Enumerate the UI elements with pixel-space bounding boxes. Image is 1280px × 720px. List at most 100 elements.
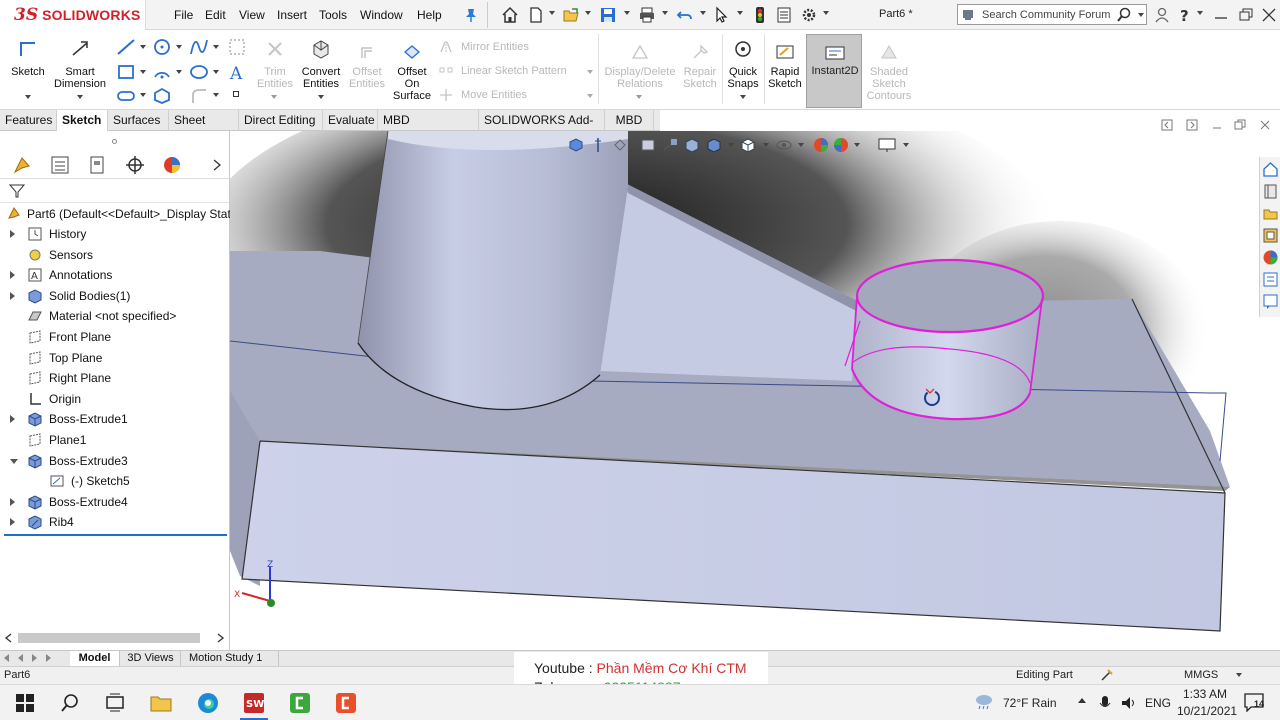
weather-rain-icon[interactable] bbox=[974, 693, 994, 711]
taskbar-search-icon[interactable] bbox=[58, 691, 82, 715]
chevron-up-icon[interactable] bbox=[1078, 698, 1086, 703]
next-tab-icon[interactable] bbox=[32, 654, 37, 662]
file-properties-icon[interactable] bbox=[775, 6, 793, 24]
tab-surfaces[interactable]: Surfaces bbox=[108, 110, 169, 131]
offset-on-surface-button[interactable]: Offset On Surface bbox=[390, 44, 434, 102]
ellipse-icon[interactable] bbox=[189, 63, 209, 81]
tab-model[interactable]: Model bbox=[70, 651, 120, 666]
tree-item[interactable]: Right Plane bbox=[0, 368, 229, 388]
tab-mbd[interactable]: MBD bbox=[605, 110, 654, 131]
tab-features[interactable]: Features bbox=[0, 110, 57, 131]
graphics-area[interactable]: Z X bbox=[230, 131, 1280, 650]
point-icon[interactable] bbox=[233, 91, 239, 97]
undo-icon[interactable] bbox=[676, 6, 694, 24]
chevron-down-icon[interactable] bbox=[662, 11, 668, 15]
display-style-icon[interactable] bbox=[705, 136, 723, 154]
solidworks-logo[interactable]: 3S SOLIDWORKS bbox=[0, 0, 146, 30]
chevron-down-icon[interactable] bbox=[176, 70, 182, 74]
chevron-down-icon[interactable] bbox=[587, 94, 593, 98]
menu-window[interactable]: Window bbox=[360, 8, 403, 22]
clock-time[interactable]: 1:33 AM bbox=[1183, 687, 1227, 701]
chevron-right-icon[interactable] bbox=[212, 159, 222, 171]
instant2d-button[interactable]: Instant2D bbox=[806, 34, 862, 108]
repair-sketch-button[interactable]: Repair Sketch bbox=[680, 44, 720, 90]
chevron-down-icon[interactable] bbox=[903, 143, 909, 147]
chevron-down-icon[interactable] bbox=[77, 95, 83, 99]
tree-item[interactable]: Material <not specified> bbox=[0, 306, 229, 326]
menu-edit[interactable]: Edit bbox=[205, 8, 226, 22]
chevron-down-icon[interactable] bbox=[587, 70, 593, 74]
scroll-right-icon[interactable] bbox=[217, 633, 225, 643]
chevron-down-icon[interactable] bbox=[213, 93, 219, 97]
chevron-down-icon[interactable] bbox=[823, 11, 829, 15]
shaded-sketch-contours-button[interactable]: Shaded Sketch Contours bbox=[864, 44, 914, 102]
chevron-down-icon[interactable] bbox=[25, 95, 31, 99]
edge-browser-icon[interactable] bbox=[196, 691, 220, 715]
model-viewport[interactable]: Z X bbox=[230, 131, 1280, 650]
text-icon[interactable]: A bbox=[228, 63, 246, 81]
chevron-down-icon[interactable] bbox=[1138, 13, 1144, 17]
panel-grip-icon[interactable] bbox=[112, 139, 117, 144]
zoom-to-fit-icon[interactable] bbox=[567, 136, 585, 154]
arc-icon[interactable] bbox=[152, 63, 172, 81]
chevron-down-icon[interactable] bbox=[140, 93, 146, 97]
chevron-down-icon[interactable] bbox=[549, 11, 555, 15]
tree-item[interactable]: Front Plane bbox=[0, 327, 229, 347]
view-orientation-icon[interactable] bbox=[683, 136, 701, 154]
rectangle-icon[interactable] bbox=[116, 63, 136, 81]
tab-evaluate[interactable]: Evaluate bbox=[323, 110, 378, 131]
move-entities-icon[interactable] bbox=[438, 88, 454, 102]
tree-item[interactable]: Sensors bbox=[0, 245, 229, 265]
linear-sketch-pattern-label[interactable]: Linear Sketch Pattern bbox=[461, 65, 567, 77]
volume-icon[interactable] bbox=[1120, 694, 1138, 712]
chevron-down-icon[interactable] bbox=[140, 45, 146, 49]
tile-right-icon[interactable] bbox=[1185, 118, 1199, 132]
horizontal-scrollbar[interactable] bbox=[4, 630, 226, 645]
chevron-down-icon[interactable] bbox=[585, 11, 591, 15]
fillet-icon[interactable] bbox=[189, 87, 209, 105]
view-palette-icon[interactable] bbox=[1262, 227, 1279, 244]
menu-view[interactable]: View bbox=[239, 8, 265, 22]
dimxpert-tab-icon[interactable] bbox=[123, 154, 147, 176]
chevron-down-icon[interactable] bbox=[213, 45, 219, 49]
custom-properties-icon[interactable] bbox=[1262, 271, 1279, 288]
tree-item[interactable]: History bbox=[0, 224, 229, 244]
options-gear-icon[interactable] bbox=[800, 6, 818, 24]
display-delete-relations-button[interactable]: Display/Delete Relations bbox=[602, 44, 678, 90]
tree-item[interactable]: (-) Sketch5 bbox=[0, 471, 229, 491]
microphone-icon[interactable] bbox=[1098, 694, 1112, 712]
spline-icon[interactable] bbox=[189, 38, 209, 56]
convert-entities-button[interactable]: Convert Entities bbox=[298, 38, 344, 90]
menu-file[interactable]: File bbox=[174, 8, 193, 22]
close-icon[interactable] bbox=[1260, 6, 1278, 24]
view-settings-icon[interactable] bbox=[877, 136, 897, 154]
home-icon[interactable] bbox=[501, 6, 519, 24]
chevron-down-icon[interactable] bbox=[213, 70, 219, 74]
tab-mbd-dimensions[interactable]: MBD Dimensions bbox=[378, 110, 479, 147]
chevron-down-icon[interactable] bbox=[728, 143, 734, 147]
circle-icon[interactable] bbox=[152, 38, 172, 56]
design-library-icon[interactable] bbox=[1262, 183, 1279, 200]
tab-sheet-metal[interactable]: Sheet Metal bbox=[169, 110, 239, 147]
dynamic-annotation-icon[interactable] bbox=[661, 136, 679, 154]
task-view-icon[interactable] bbox=[103, 691, 127, 715]
chevron-down-icon[interactable] bbox=[740, 95, 746, 99]
mirror-entities-label[interactable]: Mirror Entities bbox=[461, 41, 529, 53]
property-manager-tab-icon[interactable] bbox=[48, 154, 72, 176]
sketch-button[interactable]: Sketch bbox=[6, 38, 50, 78]
menu-tools[interactable]: Tools bbox=[319, 8, 347, 22]
chevron-down-icon[interactable] bbox=[763, 143, 769, 147]
tree-item[interactable]: Boss-Extrude4 bbox=[0, 492, 229, 512]
first-tab-icon[interactable] bbox=[4, 654, 9, 662]
language-indicator[interactable]: ENG bbox=[1145, 696, 1171, 710]
tree-item[interactable]: A Annotations bbox=[0, 265, 229, 285]
tree-root-part[interactable]: Part6 (Default<<Default>_Display State bbox=[0, 204, 237, 224]
chevron-down-icon[interactable] bbox=[737, 11, 743, 15]
solidworks-taskbar-icon[interactable]: SW bbox=[242, 691, 266, 715]
display-manager-tab-icon[interactable] bbox=[160, 154, 184, 176]
appearances-icon[interactable] bbox=[1262, 249, 1279, 266]
file-explorer-taskbar-icon[interactable] bbox=[149, 691, 173, 715]
smart-dimension-button[interactable]: Smart Dimension bbox=[52, 38, 108, 90]
slot-icon[interactable] bbox=[116, 88, 136, 104]
viewport-close-icon[interactable] bbox=[1258, 118, 1272, 132]
